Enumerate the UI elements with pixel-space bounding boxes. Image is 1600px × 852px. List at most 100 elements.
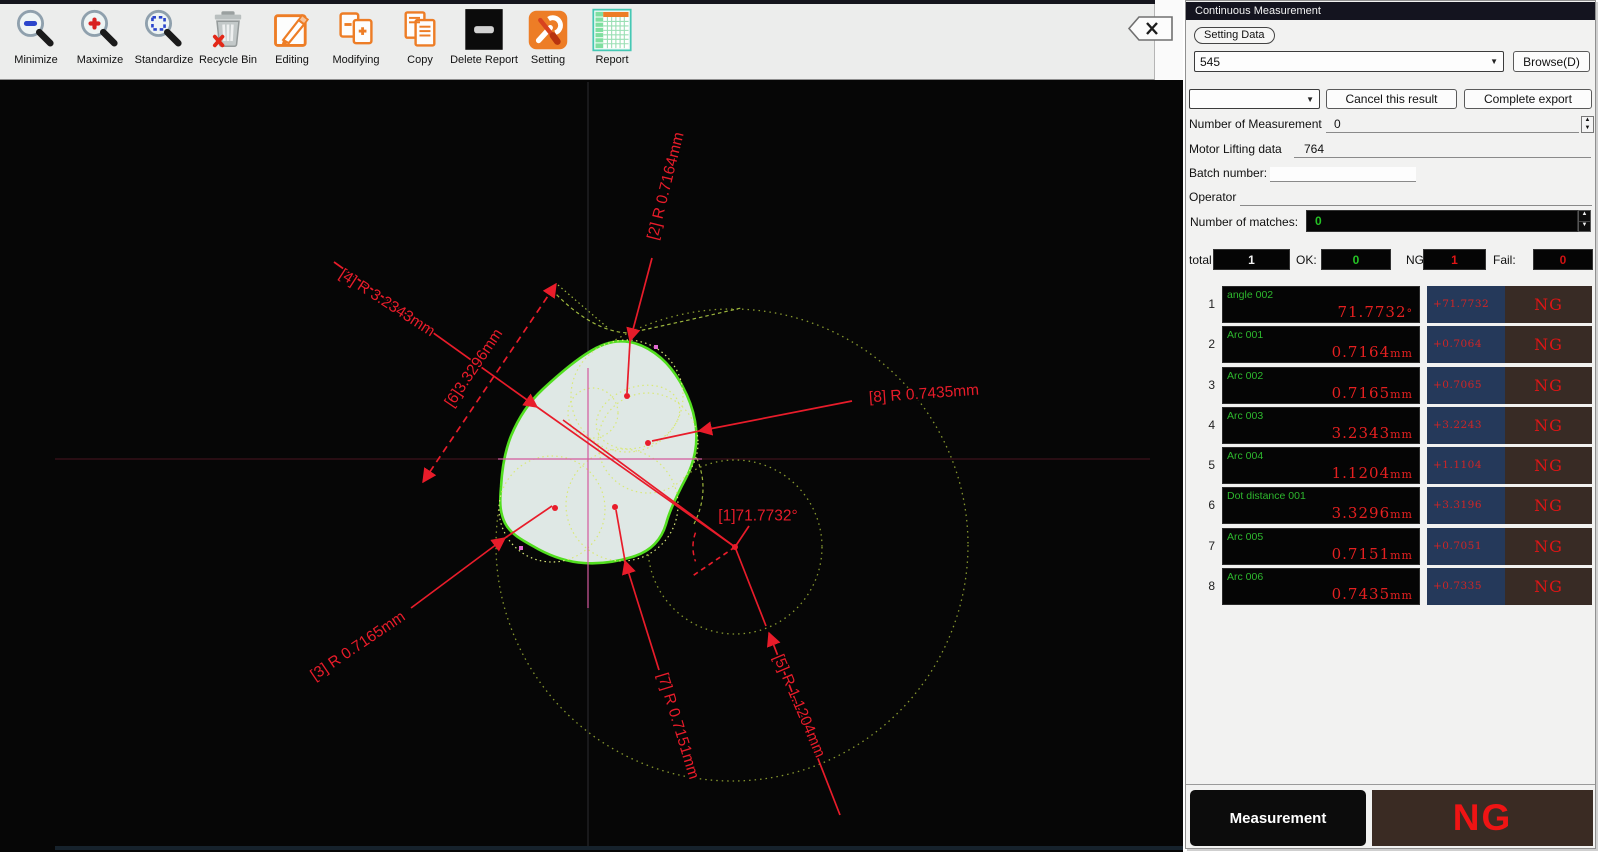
matches-stepper[interactable]: ▲▼ <box>1578 210 1591 232</box>
toolbar-editing[interactable]: Editing <box>260 4 324 66</box>
toolbar-standardize[interactable]: Standardize <box>132 4 196 66</box>
result-row-6[interactable]: 6 Dot distance 001 3.3296mm +3.3196 NG <box>1188 487 1595 524</box>
toolbar-recycle-bin[interactable]: Recycle Bin <box>196 4 260 66</box>
result-row-1[interactable]: 1 angle 002 71.7732° +71.7732 NG <box>1188 286 1595 323</box>
operator-field[interactable] <box>1240 191 1592 206</box>
feature-value: 0.7151mm <box>1332 545 1413 563</box>
tools-icon <box>526 8 570 52</box>
feature-name: Arc 001 <box>1227 329 1263 341</box>
result-block: +3.2243 NG <box>1427 407 1592 444</box>
toolbar-delete-report[interactable]: Delete Report <box>452 4 516 66</box>
copy-pages-icon <box>398 8 442 52</box>
toolbar-modifying[interactable]: Modifying <box>324 4 388 66</box>
measurement-button[interactable]: Measurement <box>1190 790 1366 846</box>
toolbar-report[interactable]: Report <box>580 4 644 66</box>
measured-part-outline <box>500 341 696 563</box>
browse-button[interactable]: Browse(D) <box>1513 51 1590 72</box>
measurement-viewport[interactable]: [2] R 0.7164mm [4] R 3.2343mm[6]3.3296mm [… <box>0 80 1183 852</box>
dim-7-label: [7] R 0.7151mm <box>654 671 703 781</box>
result-combobox[interactable]: ▼ <box>1189 89 1320 109</box>
motor-lifting-label: Motor Lifting data <box>1189 142 1282 156</box>
result-block: +1.1104 NG <box>1427 447 1592 484</box>
dim-6-label: [6]3.3296mm <box>442 326 507 411</box>
feature-status: NG <box>1505 286 1592 323</box>
continuous-measurement-panel: Continuous Measurement Setting Data 545 … <box>1185 0 1596 849</box>
zoom-out-magnifier-icon <box>14 8 58 52</box>
measurement-count-stepper[interactable]: ▲▼ <box>1581 116 1594 133</box>
feature-cell: Arc 004 1.1204mm <box>1222 447 1420 484</box>
feature-deviation: +1.1104 <box>1427 447 1505 484</box>
result-row-4[interactable]: 4 Arc 003 3.2343mm +3.2243 NG <box>1188 407 1595 444</box>
collapse-panel-button[interactable] <box>1127 15 1174 42</box>
measurement-count-label: Number of Measurement <box>1189 117 1322 131</box>
feature-status: NG <box>1505 528 1592 565</box>
toolbar-maximize[interactable]: Maximize <box>68 4 132 66</box>
feature-cell: Arc 002 0.7165mm <box>1222 367 1420 404</box>
main-toolbar: Minimize Maximize Standardize Recycle Bi… <box>0 4 1155 80</box>
result-row-8[interactable]: 8 Arc 006 0.7435mm +0.7335 NG <box>1188 568 1595 605</box>
result-row-5[interactable]: 5 Arc 004 1.1204mm +1.1104 NG <box>1188 447 1595 484</box>
toolbar-setting[interactable]: Setting <box>516 4 580 66</box>
feature-name: Arc 005 <box>1227 531 1263 543</box>
measurement-count-field[interactable] <box>1326 118 1579 133</box>
feature-name: Arc 006 <box>1227 571 1263 583</box>
zoom-fit-magnifier-icon <box>142 8 186 52</box>
dim-8-label: [8] R 0.7435mm <box>868 382 979 407</box>
toolbar-item-label: Delete Report <box>450 54 518 66</box>
toolbar-item-label: Editing <box>275 54 309 66</box>
ng-count: 1 <box>1423 249 1486 270</box>
modify-pages-icon <box>334 8 378 52</box>
row-index: 5 <box>1188 447 1222 484</box>
total-count: 1 <box>1213 249 1290 270</box>
matches-field[interactable]: 0 <box>1306 210 1578 232</box>
toolbar-copy[interactable]: Copy <box>388 4 452 66</box>
edit-pencil-icon <box>270 8 314 52</box>
toolbar-item-label: Standardize <box>135 54 194 66</box>
cancel-result-button[interactable]: Cancel this result <box>1326 89 1457 109</box>
result-block: +3.3196 NG <box>1427 487 1592 524</box>
toolbar-item-label: Minimize <box>14 54 57 66</box>
toolbar-item-label: Modifying <box>332 54 379 66</box>
feature-cell: Arc 003 3.2343mm <box>1222 407 1420 444</box>
feature-value: 71.7732° <box>1337 303 1413 321</box>
result-row-3[interactable]: 3 Arc 002 0.7165mm +0.7065 NG <box>1188 367 1595 404</box>
feature-deviation: +0.7065 <box>1427 367 1505 404</box>
fitted-arc <box>694 452 703 524</box>
report-grid-icon <box>590 8 634 52</box>
toolbar-minimize[interactable]: Minimize <box>4 4 68 66</box>
row-index: 1 <box>1188 286 1222 323</box>
feature-cell: angle 002 71.7732° <box>1222 286 1420 323</box>
result-block: +0.7064 NG <box>1427 326 1592 363</box>
feature-status: NG <box>1505 447 1592 484</box>
dim-4-label: [4] R 3.2343mm <box>336 266 438 340</box>
dim-2-label: [2] R 0.7164mm <box>644 130 687 241</box>
total-label: total <box>1189 253 1212 267</box>
fail-count: 0 <box>1533 249 1593 270</box>
feature-deviation: +71.7732 <box>1427 286 1505 323</box>
measurement-scene: [2] R 0.7164mm [4] R 3.2343mm[6]3.3296mm [… <box>0 80 1183 852</box>
feature-cell: Arc 006 0.7435mm <box>1222 568 1420 605</box>
edge-tick <box>654 345 658 349</box>
feature-value: 1.1204mm <box>1332 464 1413 482</box>
feature-name: Arc 004 <box>1227 450 1263 462</box>
feature-value: 0.7164mm <box>1332 343 1413 361</box>
result-row-7[interactable]: 7 Arc 005 0.7151mm +0.7051 NG <box>1188 528 1595 565</box>
ok-label: OK: <box>1296 253 1317 267</box>
feature-deviation: +3.2243 <box>1427 407 1505 444</box>
dataset-combobox[interactable]: 545 ▼ <box>1194 51 1504 72</box>
fitted-arc <box>552 290 629 333</box>
batch-number-field[interactable] <box>1270 167 1416 182</box>
result-row-2[interactable]: 2 Arc 001 0.7164mm +0.7064 NG <box>1188 326 1595 363</box>
row-index: 7 <box>1188 528 1222 565</box>
batch-number-label: Batch number: <box>1189 166 1267 180</box>
edge-tick <box>519 546 523 550</box>
feature-name: Arc 003 <box>1227 410 1263 422</box>
fail-label: Fail: <box>1493 253 1516 267</box>
feature-name: Arc 002 <box>1227 370 1263 382</box>
zoom-in-magnifier-icon <box>78 8 122 52</box>
feature-name: angle 002 <box>1227 289 1273 301</box>
complete-export-button[interactable]: Complete export <box>1464 89 1592 109</box>
fitted-arc <box>629 308 741 333</box>
recycle-bin-icon <box>206 8 250 52</box>
motor-lifting-field[interactable] <box>1294 143 1591 158</box>
